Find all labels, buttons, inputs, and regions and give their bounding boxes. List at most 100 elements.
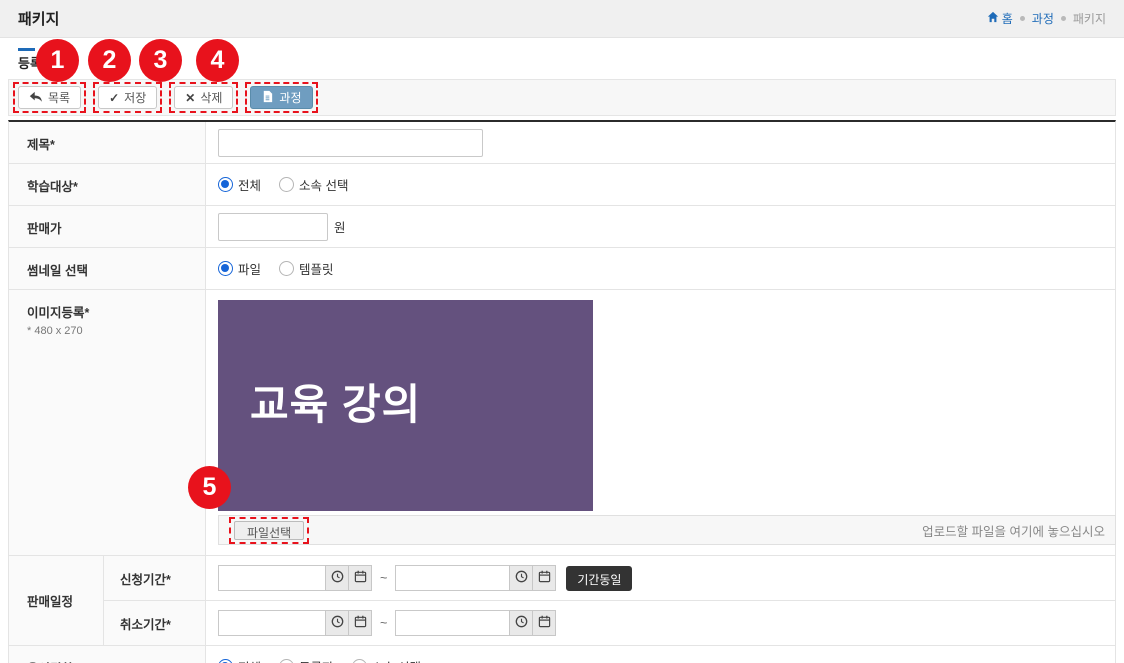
apply-start-time-button[interactable] — [325, 565, 349, 591]
schedule-label: 판매일정 — [9, 556, 104, 645]
thumbnail-label: 썸네일 선택 — [9, 248, 206, 289]
file-dropzone[interactable]: 파일선택 업로드할 파일을 여기에 놓으십시오 — [218, 515, 1116, 545]
annotation-box-2: ✓ 저장 — [93, 82, 162, 113]
permission-label: 운영권한* — [9, 646, 206, 663]
clock-icon — [331, 615, 344, 631]
home-icon — [987, 11, 999, 26]
calendar-icon — [354, 615, 367, 631]
cancel-end-time-button[interactable] — [509, 610, 533, 636]
save-button[interactable]: ✓ 저장 — [98, 86, 157, 109]
annotation-step-5: 5 — [188, 466, 231, 509]
delete-button[interactable]: ✕ 삭제 — [174, 86, 233, 109]
radio-selected-icon — [218, 659, 233, 663]
clock-icon — [331, 570, 344, 586]
same-period-button[interactable]: 기간동일 — [566, 566, 632, 591]
target-option-all[interactable]: 전체 — [218, 175, 261, 194]
dropzone-hint: 업로드할 파일을 여기에 놓으십시오 — [922, 521, 1105, 540]
radio-unselected-icon — [352, 659, 367, 663]
price-label: 판매가 — [9, 206, 206, 247]
document-icon — [261, 90, 274, 106]
cancel-period-row: 취소기간* ~ — [104, 600, 1115, 645]
target-option-affiliation[interactable]: 소속 선택 — [279, 175, 348, 194]
save-button-label: 저장 — [124, 89, 146, 106]
thumbnail-preview-text: 교육 강의 — [218, 371, 421, 432]
list-button[interactable]: 목록 — [18, 86, 81, 109]
cancel-start-input[interactable] — [218, 610, 326, 636]
apply-end-input[interactable] — [395, 565, 510, 591]
annotation-box-3: ✕ 삭제 — [169, 82, 238, 113]
apply-end-calendar-button[interactable] — [532, 565, 556, 591]
title-label: 제목* — [9, 122, 206, 163]
cancel-period-label: 취소기간* — [104, 601, 206, 645]
breadcrumb-separator-icon — [1061, 16, 1066, 21]
image-row: 이미지등록* * 480 x 270 교육 강의 파일선택 업로드할 파일을 여… — [9, 290, 1115, 556]
calendar-icon — [538, 615, 551, 631]
apply-period-label: 신청기간* — [104, 556, 206, 600]
annotation-box-1: 목록 — [13, 82, 86, 113]
calendar-icon — [538, 570, 551, 586]
radio-selected-icon — [218, 177, 233, 192]
permission-option-registrant[interactable]: 등록자 — [279, 657, 334, 663]
thumbnail-preview-image: 교육 강의 — [218, 300, 593, 511]
check-icon: ✓ — [109, 92, 119, 104]
thumbnail-option-template[interactable]: 템플릿 — [279, 259, 334, 278]
apply-end-time-button[interactable] — [509, 565, 533, 591]
clock-icon — [515, 570, 528, 586]
cancel-end-input[interactable] — [395, 610, 510, 636]
image-size-hint: * 480 x 270 — [27, 325, 195, 337]
annotation-step-3: 3 — [139, 39, 182, 82]
annotation-box-4: 과정 — [245, 82, 317, 113]
radio-selected-icon — [218, 261, 233, 276]
radio-unselected-icon — [279, 659, 294, 663]
back-arrow-icon — [29, 91, 43, 105]
breadcrumb-course-link[interactable]: 과정 — [1032, 10, 1054, 27]
thumbnail-option-file[interactable]: 파일 — [218, 259, 261, 278]
annotation-step-1: 1 — [36, 39, 79, 82]
apply-period-row: 신청기간* ~ 기간동일 — [104, 556, 1115, 600]
section-accent-bar — [18, 48, 35, 51]
cancel-end-calendar-button[interactable] — [532, 610, 556, 636]
file-select-button[interactable]: 파일선택 — [234, 521, 304, 540]
breadcrumb: 홈 과정 패키지 — [987, 10, 1106, 27]
apply-start-calendar-button[interactable] — [348, 565, 372, 591]
course-button[interactable]: 과정 — [250, 86, 312, 109]
top-header: 패키지 홈 과정 패키지 — [0, 0, 1124, 38]
radio-unselected-icon — [279, 261, 294, 276]
page-title: 패키지 — [18, 8, 59, 29]
schedule-row: 판매일정 신청기간* ~ — [9, 556, 1115, 646]
delete-button-label: 삭제 — [200, 89, 222, 106]
main-content: 등록 목록 ✓ 저장 ✕ 삭제 과정 — [0, 48, 1124, 663]
list-button-label: 목록 — [48, 89, 70, 106]
title-input[interactable] — [218, 129, 483, 157]
toolbar: 목록 ✓ 저장 ✕ 삭제 과정 — [8, 79, 1116, 116]
annotation-box-5: 파일선택 — [229, 517, 309, 544]
calendar-icon — [354, 570, 367, 586]
permission-row: 운영권한* 전체 등록자 소속 선택 — [9, 646, 1115, 663]
course-button-label: 과정 — [279, 89, 301, 106]
breadcrumb-separator-icon — [1020, 16, 1025, 21]
registration-form: 제목* 학습대상* 전체 소속 선택 판매가 — [8, 120, 1116, 663]
apply-start-input[interactable] — [218, 565, 326, 591]
clock-icon — [515, 615, 528, 631]
range-separator: ~ — [380, 616, 387, 630]
annotation-step-4: 4 — [196, 39, 239, 82]
price-row: 판매가 원 — [9, 206, 1115, 248]
price-input[interactable] — [218, 213, 328, 241]
cancel-start-time-button[interactable] — [325, 610, 349, 636]
cancel-start-calendar-button[interactable] — [348, 610, 372, 636]
breadcrumb-home-link[interactable]: 홈 — [987, 10, 1013, 27]
thumbnail-row: 썸네일 선택 파일 템플릿 — [9, 248, 1115, 290]
permission-option-affiliation[interactable]: 소속 선택 — [352, 657, 421, 663]
permission-option-all[interactable]: 전체 — [218, 657, 261, 663]
price-unit: 원 — [334, 217, 346, 236]
target-label: 학습대상* — [9, 164, 206, 205]
title-row: 제목* — [9, 122, 1115, 164]
annotation-step-2: 2 — [88, 39, 131, 82]
target-row: 학습대상* 전체 소속 선택 — [9, 164, 1115, 206]
breadcrumb-home-label: 홈 — [1002, 10, 1013, 27]
radio-unselected-icon — [279, 177, 294, 192]
breadcrumb-current: 패키지 — [1073, 10, 1106, 27]
x-icon: ✕ — [185, 92, 195, 104]
range-separator: ~ — [380, 571, 387, 585]
section-title: 등록 — [18, 48, 1116, 73]
